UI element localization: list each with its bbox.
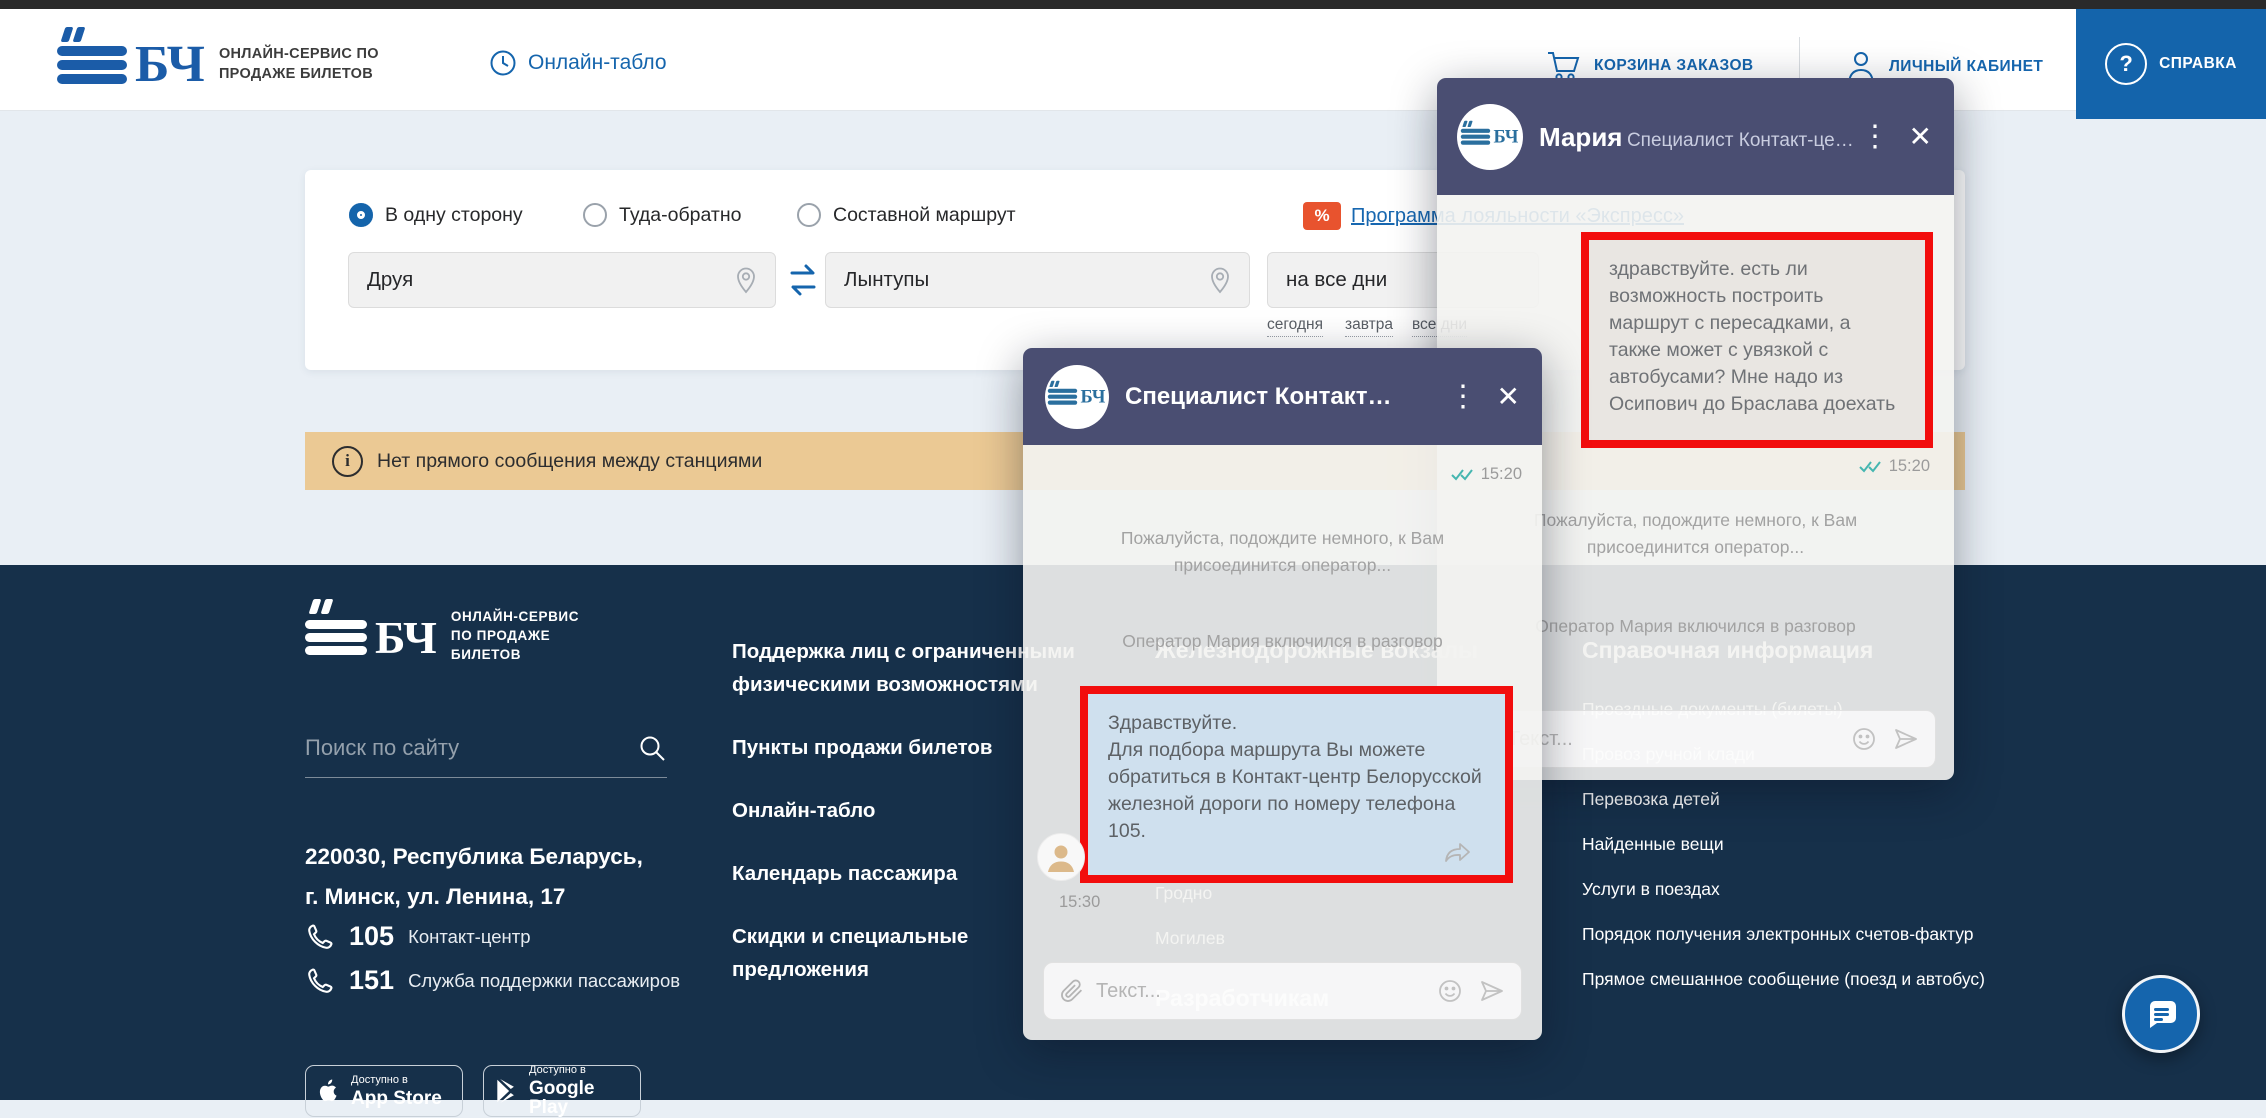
quick-date-tomorrow[interactable]: завтра [1345, 316, 1393, 337]
phone-support[interactable]: 151 Служба поддержки пассажиров [305, 965, 680, 996]
radio-icon [797, 203, 821, 227]
chat-close-icon[interactable]: ✕ [1909, 123, 1932, 151]
brand-logo[interactable]: БЧ ОНЛАЙН-СЕРВИС ПО ПРОДАЖЕ БИЛЕТОВ [57, 23, 379, 91]
radio-round-trip[interactable]: Туда-обратно [583, 203, 741, 227]
phone-icon [305, 966, 335, 996]
footer-link-children[interactable]: Перевозка детей [1582, 784, 1987, 815]
chat-header: БЧ Мария Специалист Контакт-це… ⋮ ✕ [1437, 78, 1954, 195]
from-station-input[interactable]: Друя [348, 252, 776, 308]
to-station-value: Лынтупы [844, 268, 929, 292]
chat-menu-icon[interactable]: ⋮ [1448, 382, 1478, 412]
user-message-bubble: здравствуйте. есть ли возможность постро… [1589, 240, 1925, 440]
bch-logo-icon: БЧ [57, 39, 205, 91]
brand-caption: ОНЛАЙН-СЕРВИС ПО ПРОДАЖЕ БИЛЕТОВ [219, 44, 379, 84]
chat-header: БЧ Специалист Контакт… ⋮ ✕ [1023, 348, 1542, 445]
footer-link-lost-found[interactable]: Найденные вещи [1582, 829, 1987, 860]
operator-title: Специалист Контакт-це… [1627, 130, 1854, 151]
search-icon [637, 733, 667, 763]
cart-label: КОРЗИНА ЗАКАЗОВ [1594, 57, 1754, 75]
online-board-label: Онлайн-табло [528, 51, 667, 75]
message-status-time: 15:20 [1859, 457, 1930, 476]
location-pin-icon [735, 266, 757, 294]
radio-icon [583, 203, 607, 227]
account-label: ЛИЧНЫЙ КАБИНЕТ [1889, 58, 2043, 76]
appstore-badge[interactable]: Доступно в App Store [305, 1065, 463, 1117]
postal-address: 220030, Республика Беларусь, г. Минск, у… [305, 837, 643, 917]
operator-name: Мария [1539, 122, 1622, 152]
quick-date-today[interactable]: сегодня [1267, 316, 1323, 337]
apple-icon [316, 1076, 342, 1106]
chat-title: Специалист Контакт… [1125, 383, 1391, 411]
footer-link-e-invoices[interactable]: Порядок получения электронных счетов-фак… [1582, 919, 1987, 950]
discount-ticket-icon: % [1303, 202, 1341, 230]
question-circle-icon: ? [2105, 43, 2147, 85]
clock-icon [489, 49, 517, 77]
radio-one-way[interactable]: В одну сторону [349, 203, 523, 227]
double-check-icon [1451, 468, 1475, 481]
emoji-icon[interactable] [1437, 978, 1463, 1004]
brand-abbr: БЧ [135, 39, 205, 91]
send-icon[interactable] [1479, 978, 1505, 1004]
chat-menu-icon[interactable]: ⋮ [1860, 122, 1890, 152]
date-value: на все дни [1286, 268, 1387, 292]
footer-link-mixed-service[interactable]: Прямое смешанное сообщение (поезд и авто… [1582, 964, 1987, 995]
radio-composite-route[interactable]: Составной маршрут [797, 203, 1016, 227]
alert-text: Нет прямого сообщения между станциями [377, 450, 762, 473]
chat-brand-avatar: БЧ [1457, 104, 1523, 170]
chat-brand-avatar: БЧ [1045, 365, 1109, 429]
agent-avatar [1037, 833, 1085, 881]
bch-logo-icon: БЧ [1048, 386, 1106, 407]
chat-input-placeholder: Текст... [1508, 728, 1851, 751]
chat-bubble-icon [2141, 994, 2181, 1034]
site-search-placeholder: Поиск по сайту [305, 735, 637, 761]
agent-message-time: 15:30 [1059, 893, 1100, 912]
top-strip [0, 0, 2266, 9]
emoji-icon[interactable] [1851, 726, 1877, 752]
chat-body: 15:20 Пожалуйста, подождите немного, к В… [1023, 445, 1542, 1040]
bch-logo-icon: БЧ [305, 611, 437, 664]
double-check-icon [1859, 460, 1883, 473]
chat-input-placeholder: Текст... [1096, 980, 1437, 1003]
chat-widget-specialist: БЧ Специалист Контакт… ⋮ ✕ 15:20 Пожалуй… [1023, 348, 1542, 1040]
help-button[interactable]: ? СПРАВКА [2076, 9, 2266, 119]
forward-icon[interactable] [1443, 840, 1473, 866]
system-message-waiting: Пожалуйста, подождите немного, к Вам при… [1023, 525, 1542, 579]
google-play-icon [494, 1077, 520, 1105]
chat-message-input[interactable]: Текст... [1043, 962, 1522, 1020]
nav-online-board[interactable]: Онлайн-табло [489, 49, 667, 77]
footer-brand-caption: ОНЛАЙН-СЕРВИС ПО ПРОДАЖЕ БИЛЕТОВ [451, 607, 579, 664]
chat-fab-button[interactable] [2122, 975, 2200, 1053]
send-icon[interactable] [1893, 726, 1919, 752]
location-pin-icon [1209, 266, 1231, 294]
paperclip-icon[interactable] [1060, 979, 1084, 1003]
info-icon: i [332, 446, 363, 477]
chat-close-icon[interactable]: ✕ [1497, 383, 1520, 411]
bch-logo-icon: БЧ [1461, 126, 1519, 147]
footer-brand-logo[interactable]: БЧ ОНЛАЙН-СЕРВИС ПО ПРОДАЖЕ БИЛЕТОВ [305, 597, 579, 664]
radio-selected-icon [349, 203, 373, 227]
message-status-time: 15:20 [1451, 465, 1522, 484]
phone-contact-center[interactable]: 105 Контакт-центр [305, 921, 531, 952]
system-message-joined: Оператор Мария включился в разговор [1023, 628, 1542, 655]
from-station-value: Друя [367, 268, 413, 292]
highlight-box-user-message: здравствуйте. есть ли возможность постро… [1581, 232, 1933, 448]
googleplay-badge[interactable]: Доступно в Google Play [483, 1065, 641, 1117]
to-station-input[interactable]: Лынтупы [825, 252, 1250, 308]
site-search-input[interactable]: Поиск по сайту [305, 733, 667, 778]
swap-stations-button[interactable] [788, 260, 818, 300]
help-label: СПРАВКА [2159, 55, 2237, 73]
phone-icon [305, 922, 335, 952]
footer-link-train-services[interactable]: Услуги в поездах [1582, 874, 1987, 905]
